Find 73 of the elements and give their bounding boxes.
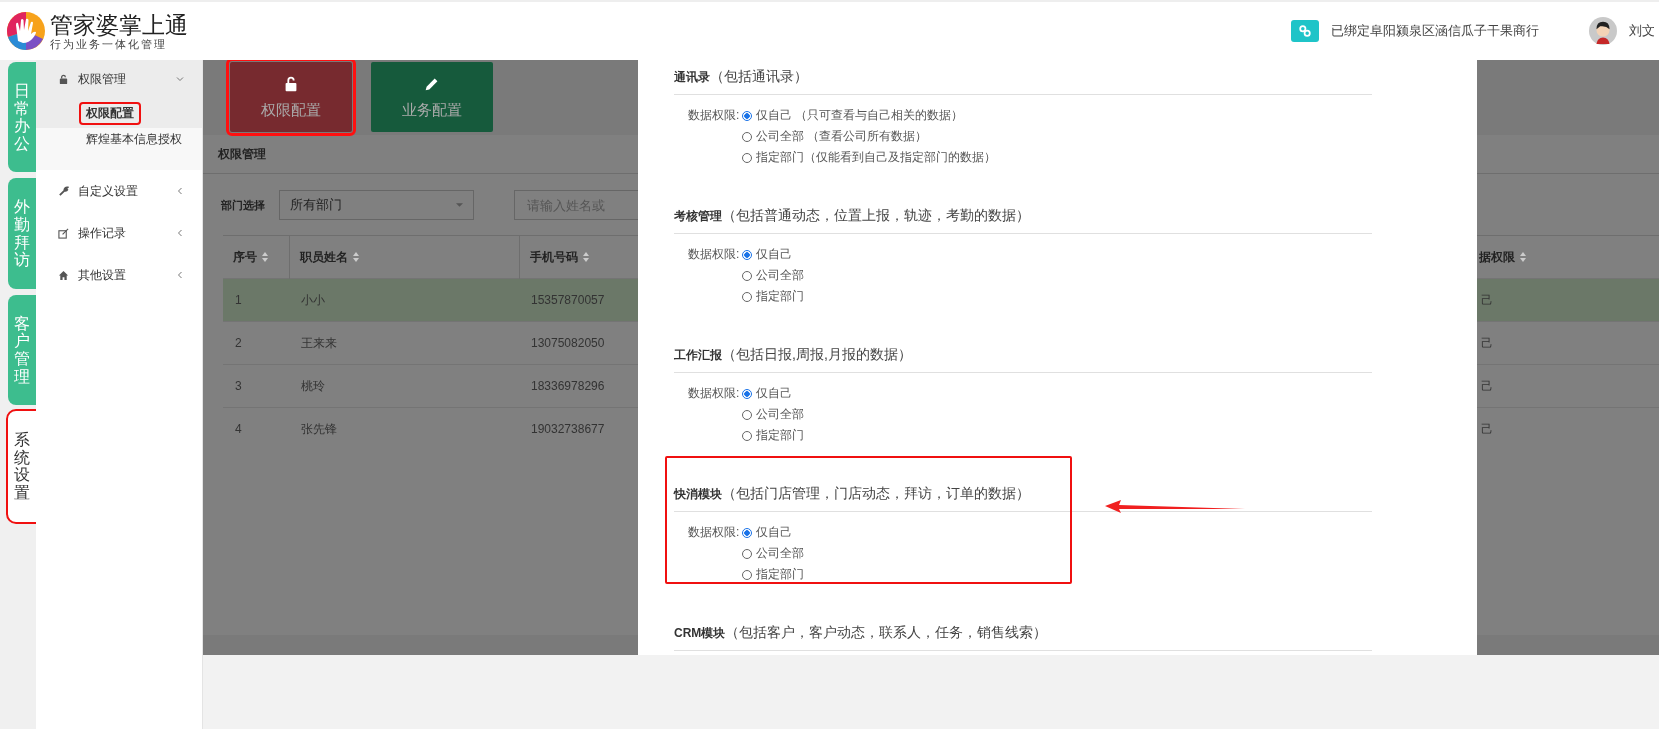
sidebar-item[interactable]: 其他设置	[35, 254, 202, 296]
column-header[interactable]: 序号	[233, 248, 268, 266]
sidebar-item[interactable]: 权限管理	[35, 60, 202, 98]
sort-icon[interactable]	[352, 251, 359, 263]
lock-icon	[57, 73, 69, 85]
option-label[interactable]: 公司全部	[756, 545, 804, 562]
table-cell: 3	[235, 379, 242, 393]
wrench-icon	[57, 185, 69, 197]
avatar-icon[interactable]	[1589, 17, 1617, 45]
option-label[interactable]: 仅自己	[756, 246, 792, 263]
table-cell: 己	[1481, 421, 1493, 436]
sidebar-subitem[interactable]: 权限配置	[80, 103, 139, 123]
table-cell: 4	[235, 422, 242, 436]
hand-logo-icon	[6, 11, 46, 51]
sort-icon[interactable]	[262, 251, 268, 263]
user-name[interactable]: 刘文	[1629, 22, 1659, 40]
table-cell: 13075082050	[531, 336, 605, 350]
edit-icon	[57, 227, 69, 239]
option-label[interactable]: 公司全部 （查看公司所有数据）	[756, 128, 928, 145]
radio-button[interactable]	[742, 388, 752, 399]
field-label: 数据权限:	[688, 385, 741, 402]
column-header[interactable]: 职员姓名	[299, 248, 359, 266]
table-cell: 2	[235, 336, 242, 350]
field-label: 数据权限:	[688, 524, 741, 541]
option-label[interactable]: 公司全部	[756, 267, 804, 284]
app-title: 管家婆掌上通	[50, 12, 188, 38]
table-cell: 王来来	[301, 335, 337, 350]
table-cell: 己	[1481, 292, 1493, 307]
chevron-icon	[176, 271, 184, 279]
chevron-icon	[176, 229, 184, 237]
option-label[interactable]: 指定部门	[756, 566, 804, 583]
field-label: 数据权限:	[688, 107, 741, 124]
table-cell: 18336978296	[531, 379, 605, 393]
sort-icon[interactable]	[582, 251, 589, 263]
option-label[interactable]: 指定部门（仅能看到自己及指定部门的数据）	[756, 149, 996, 166]
chevron-icon	[176, 75, 184, 83]
table-cell: 桃玲	[301, 378, 325, 393]
option-label[interactable]: 公司全部	[756, 406, 804, 423]
module-tab[interactable]: 系统设置	[7, 411, 36, 522]
panel-title: 权限管理	[218, 145, 266, 163]
option-label[interactable]: 仅自己 （只可查看与自己相关的数据）	[756, 107, 964, 124]
sidebar-item[interactable]: 自定义设置	[35, 170, 202, 212]
home-icon	[57, 269, 69, 281]
table-cell: 己	[1481, 378, 1493, 393]
option-label[interactable]: 指定部门	[756, 427, 804, 444]
department-select[interactable]: 所有部门	[279, 190, 474, 220]
section-title: CRM模块（包括客户，客户动态，联系人，任务，销售线索）	[674, 624, 1048, 642]
caret-icon	[456, 203, 463, 207]
table-cell: 小小	[301, 292, 325, 307]
column-header[interactable]: 据权限	[1479, 248, 1526, 266]
section-title: 通讯录（包括通讯录）	[674, 68, 808, 86]
config-button[interactable]: 业务配置	[371, 62, 493, 132]
option-label[interactable]: 指定部门	[756, 288, 804, 305]
table-cell: 19032738677	[531, 422, 605, 436]
sort-icon[interactable]	[1520, 251, 1526, 263]
table-cell: 己	[1481, 335, 1493, 350]
table-cell: 1	[235, 293, 242, 307]
option-label[interactable]: 仅自己	[756, 385, 792, 402]
table-cell: 张先锋	[301, 421, 337, 436]
field-label: 数据权限:	[688, 246, 741, 263]
section-title: 工作汇报（包括日报,周报,月报的数据）	[674, 346, 912, 364]
option-label[interactable]: 仅自己	[756, 524, 792, 541]
radio-button[interactable]	[742, 249, 752, 260]
radio-button[interactable]	[742, 110, 752, 121]
section-title: 快消模块（包括门店管理，门店动态，拜访，订单的数据）	[674, 485, 1030, 503]
sidebar-item[interactable]: 操作记录	[35, 212, 202, 254]
column-header[interactable]: 手机号码	[529, 248, 589, 266]
radio-button[interactable]	[742, 527, 752, 538]
chevron-icon	[176, 187, 184, 195]
table-cell: 15357870057	[531, 293, 605, 307]
filter-label: 部门选择	[221, 197, 266, 213]
bound-store-text: 已绑定阜阳颍泉区涵信瓜子干果商行	[1331, 22, 1539, 40]
app-subtitle: 行为业务一体化管理	[50, 38, 168, 50]
